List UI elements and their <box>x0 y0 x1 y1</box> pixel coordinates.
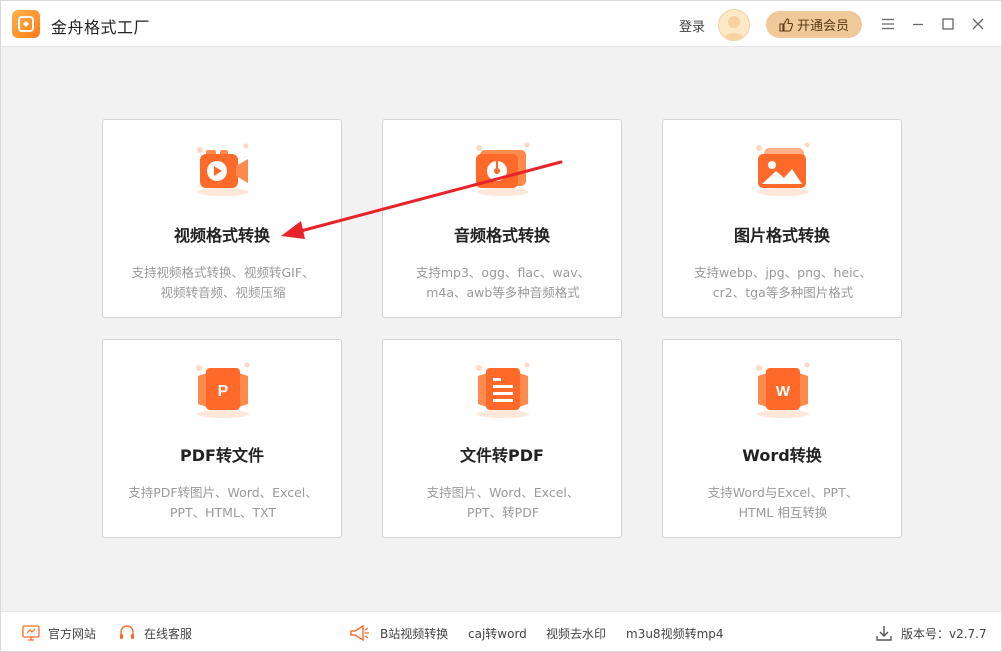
download-icon[interactable] <box>875 624 893 642</box>
document-icon <box>476 362 530 418</box>
card-title: 视频格式转换 <box>173 226 270 245</box>
online-support-link[interactable]: 在线客服 <box>144 625 192 642</box>
hamburger-menu-icon <box>882 18 894 30</box>
app-logo-icon <box>12 10 40 38</box>
avatar[interactable] <box>718 9 750 41</box>
link-caj-to-word[interactable]: caj转word <box>468 625 527 642</box>
card-video-convert[interactable]: 视频格式转换 支持视频格式转换、视频转GIF、 视频转音频、视频压缩 <box>102 119 342 318</box>
audio-icon <box>476 142 530 196</box>
card-description: 支持webp、jpg、png、heic、 cr2、tga等多种图片格式 <box>694 265 872 300</box>
headset-icon <box>120 625 134 639</box>
card-image-convert[interactable]: 图片格式转换 支持webp、jpg、png、heic、 cr2、tga等多种图片… <box>662 119 902 318</box>
login-link[interactable]: 登录 <box>679 16 705 35</box>
card-description: 支持视频格式转换、视频转GIF、 视频转音频、视频压缩 <box>131 265 315 300</box>
word-icon: W <box>756 362 810 418</box>
card-description: 支持mp3、ogg、flac、wav、 m4a、awb等多种音频格式 <box>415 265 591 300</box>
minimize-icon <box>913 23 923 26</box>
maximize-icon <box>942 18 954 30</box>
card-title: 图片格式转换 <box>733 226 830 245</box>
app-title: 金舟格式工厂 <box>51 18 151 37</box>
card-pdf-to-file[interactable]: P PDF转文件 支持PDF转图片、Word、Excel、 PPT、HTML、T… <box>102 339 342 538</box>
vip-button[interactable]: 开通会员 <box>766 11 862 38</box>
thumb-up-icon <box>779 17 793 32</box>
official-site-link[interactable]: 官方网站 <box>48 625 96 642</box>
maximize-button[interactable] <box>937 13 959 35</box>
app-window: 金舟格式工厂 登录 开通会员 视频格式转换 支持视频格式转换、视频转GIF、 视… <box>0 0 1002 652</box>
link-video-remove-watermark[interactable]: 视频去水印 <box>546 625 606 642</box>
card-description: 支持图片、Word、Excel、 PPT、转PDF <box>426 485 580 520</box>
pdf-icon: P <box>196 362 250 418</box>
card-title: PDF转文件 <box>180 446 264 465</box>
card-audio-convert[interactable]: 音频格式转换 支持mp3、ogg、flac、wav、 m4a、awb等多种音频格… <box>382 119 622 318</box>
monitor-icon <box>22 625 40 641</box>
card-description: 支持Word与Excel、PPT、 HTML 相互转换 <box>707 485 859 520</box>
link-m3u8-to-mp4[interactable]: m3u8视频转mp4 <box>626 625 724 642</box>
card-title: 音频格式转换 <box>453 226 550 245</box>
link-bilibili-video-convert[interactable]: B站视频转换 <box>380 625 448 642</box>
user-avatar-icon <box>723 16 745 40</box>
bottom-bar: 官方网站 在线客服 B站视频转换 caj转word 视频去水印 m3u8视频转m… <box>1 611 1001 651</box>
title-bar: 金舟格式工厂 登录 开通会员 <box>1 1 1001 47</box>
close-icon <box>972 18 984 30</box>
minimize-button[interactable] <box>907 13 929 35</box>
megaphone-icon <box>350 624 369 642</box>
card-description: 支持PDF转图片、Word、Excel、 PPT、HTML、TXT <box>128 485 318 520</box>
image-icon <box>756 142 810 196</box>
card-word-convert[interactable]: W Word转换 支持Word与Excel、PPT、 HTML 相互转换 <box>662 339 902 538</box>
video-icon <box>197 143 249 196</box>
version-label: 版本号：v2.7.7 <box>901 627 987 641</box>
annotation-arrow <box>281 160 563 239</box>
card-title: Word转换 <box>742 446 822 465</box>
pdf-icon-letter: P <box>218 383 229 400</box>
close-button[interactable] <box>967 13 989 35</box>
card-file-to-pdf[interactable]: 文件转PDF 支持图片、Word、Excel、 PPT、转PDF <box>382 339 622 538</box>
card-title: 文件转PDF <box>460 446 544 465</box>
word-icon-letter: W <box>776 383 791 400</box>
menu-button[interactable] <box>877 13 899 35</box>
vip-button-label: 开通会员 <box>796 19 849 34</box>
